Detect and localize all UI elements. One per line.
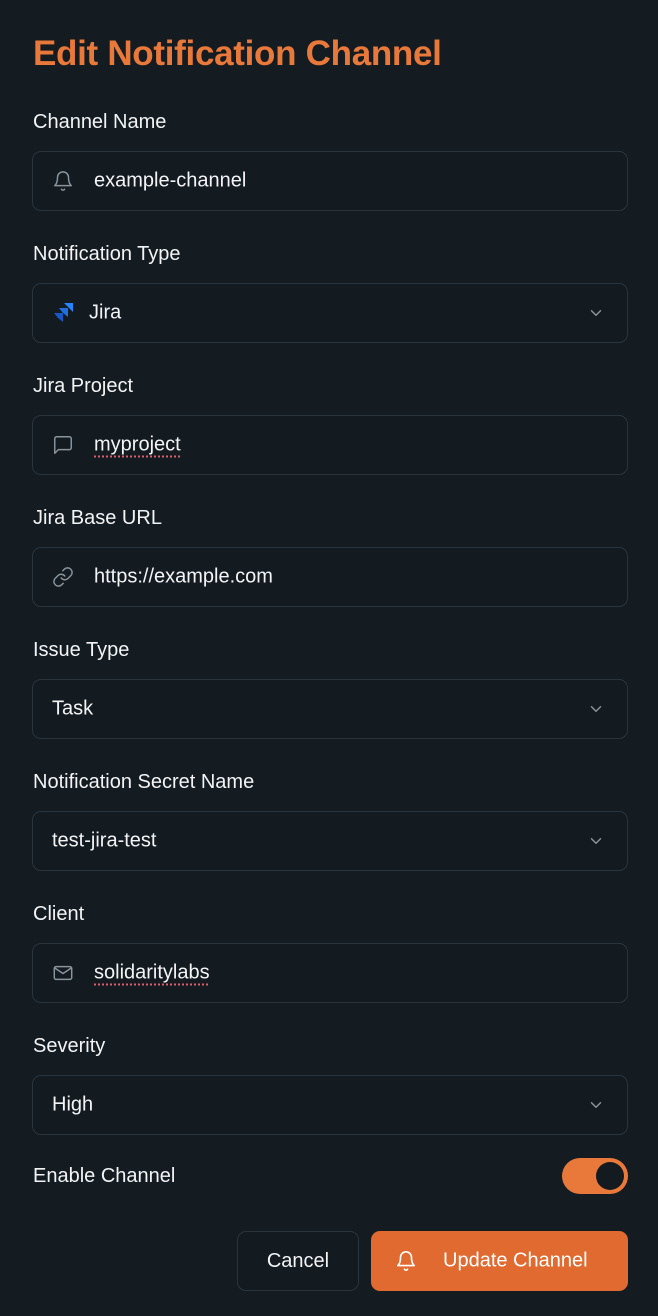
link-icon [51, 565, 75, 589]
severity-value: High [52, 1093, 94, 1116]
toggle-knob [596, 1162, 624, 1190]
channel-name-input[interactable]: example-channel [32, 151, 628, 211]
severity-select[interactable]: High [32, 1075, 628, 1135]
cancel-button[interactable]: Cancel [237, 1231, 359, 1291]
jira-base-url-label: Jira Base URL [33, 507, 162, 529]
client-label: Client [33, 903, 85, 925]
channel-name-label: Channel Name [33, 111, 167, 133]
notification-type-value: Jira [89, 301, 122, 324]
chevron-down-icon [590, 310, 602, 316]
secret-name-label: Notification Secret Name [33, 771, 255, 793]
mail-icon [51, 961, 75, 985]
secret-name-select[interactable]: test-jira-test [32, 811, 628, 871]
issue-type-select[interactable]: Task [32, 679, 628, 739]
issue-type-label: Issue Type [33, 639, 130, 661]
jira-base-url-input[interactable]: https://example.com [32, 547, 628, 607]
page-title: Edit Notification Channel [33, 34, 442, 73]
client-input[interactable]: solidaritylabs [32, 943, 628, 1003]
jira-project-label: Jira Project [33, 375, 134, 397]
message-square-icon [51, 433, 75, 457]
cancel-button-label: Cancel [266, 1249, 330, 1272]
edit-notification-channel-form: Edit Notification Channel Channel Name e… [0, 0, 658, 1316]
channel-name-value: example-channel [94, 169, 247, 192]
chevron-down-icon [590, 838, 602, 844]
jira-project-input[interactable]: myproject [32, 415, 628, 475]
jira-base-url-value: https://example.com [94, 565, 273, 588]
chevron-down-icon [590, 706, 602, 712]
bell-icon [51, 169, 75, 193]
bell-icon [396, 1251, 416, 1271]
enable-channel-label: Enable Channel [33, 1165, 176, 1187]
jira-logo-icon [51, 301, 75, 325]
update-channel-button[interactable]: Update Channel [371, 1231, 628, 1291]
chevron-down-icon [590, 1102, 602, 1108]
issue-type-value: Task [52, 697, 94, 720]
secret-name-value: test-jira-test [52, 829, 157, 852]
update-channel-button-label: Update Channel [443, 1249, 588, 1272]
enable-channel-toggle[interactable] [562, 1158, 628, 1194]
client-value: solidaritylabs [94, 961, 210, 984]
jira-project-value: myproject [94, 433, 181, 456]
notification-type-label: Notification Type [33, 243, 181, 265]
notification-type-select[interactable]: Jira [32, 283, 628, 343]
severity-label: Severity [33, 1035, 106, 1057]
